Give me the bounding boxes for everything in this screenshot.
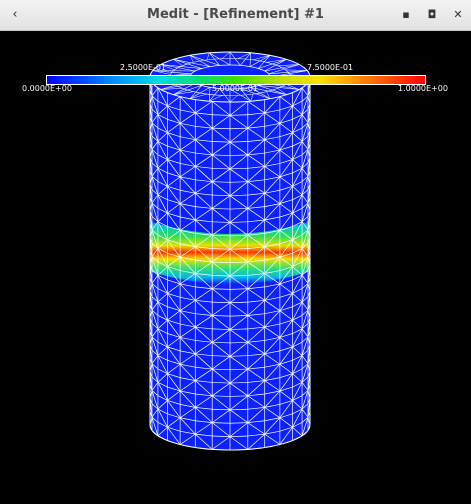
- maximize-icon[interactable]: ◘: [423, 6, 441, 24]
- colorbar-label-three-quarter: 7.5000E-01: [307, 63, 353, 72]
- colorbar-label-half: 5.0000E-01: [212, 84, 258, 93]
- render-viewport[interactable]: 2.5000E-01 7.5000E-01 0.0000E+00 5.0000E…: [0, 31, 471, 500]
- colorbar-label-quarter: 2.5000E-01: [120, 63, 166, 72]
- close-icon[interactable]: ✕: [449, 6, 467, 24]
- colorbar-label-max: 1.0000E+00: [398, 84, 448, 93]
- medit-window: ‹ Medit - [Refinement] #1 ▪ ◘ ✕: [0, 0, 471, 500]
- colorbar-label-min: 0.0000E+00: [22, 84, 72, 93]
- mesh-render: [0, 31, 471, 500]
- minimize-icon[interactable]: ▪: [397, 6, 415, 24]
- title-bar[interactable]: ‹ Medit - [Refinement] #1 ▪ ◘ ✕: [0, 0, 471, 31]
